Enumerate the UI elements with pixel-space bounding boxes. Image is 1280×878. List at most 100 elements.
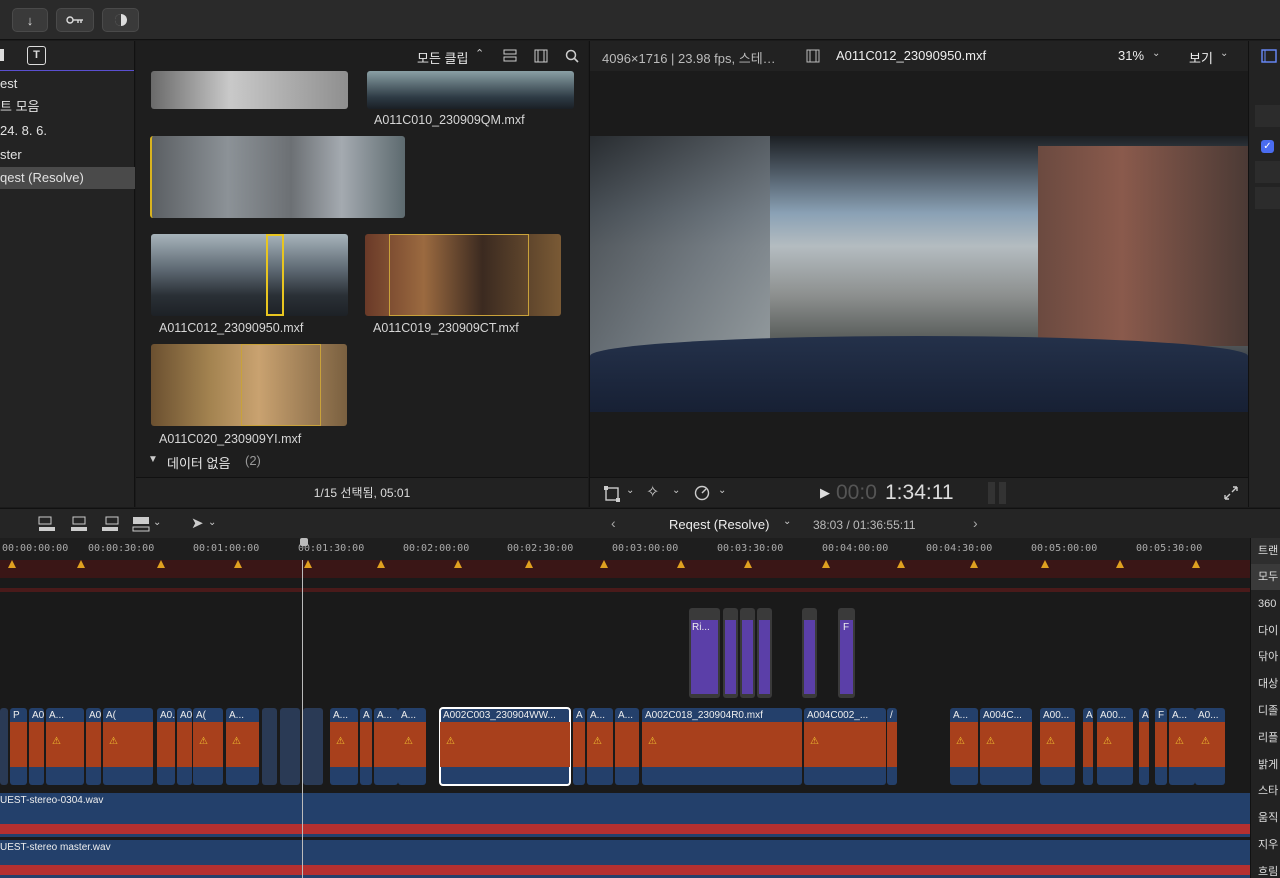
connected-clip[interactable]: Ri... <box>689 608 720 698</box>
timeline-clip[interactable]: A0... <box>177 708 192 785</box>
inspector-row[interactable] <box>1255 161 1280 183</box>
select-tool-icon[interactable]: ➤ <box>191 514 204 532</box>
timeline-clip[interactable]: A... ⚠ <box>46 708 84 785</box>
clip-thumbnail[interactable] <box>151 234 348 316</box>
timeline-clip[interactable]: A00... ⚠ <box>1040 708 1075 785</box>
timeline-clip[interactable]: A004C... ⚠ <box>980 708 1032 785</box>
connected-clip[interactable] <box>740 608 755 698</box>
clip-thumbnail[interactable] <box>365 234 561 316</box>
disclosure-triangle-icon[interactable]: ▼ <box>148 454 158 465</box>
playhead-line[interactable] <box>302 560 303 878</box>
chevron-down-icon[interactable]: ⌄ <box>208 517 216 528</box>
video-inspector-icon[interactable] <box>1261 49 1277 63</box>
library-icon[interactable] <box>0 49 4 61</box>
timeline-clip[interactable]: A(⚠ <box>193 708 223 785</box>
timeline-clip[interactable]: A00... ⚠ <box>1097 708 1133 785</box>
clip-thumbnail[interactable] <box>367 71 574 109</box>
connected-clip[interactable] <box>723 608 738 698</box>
timeline-clip[interactable]: A... <box>615 708 639 785</box>
play-icon[interactable]: ▶ <box>820 485 830 501</box>
effects-category[interactable]: 다이 <box>1251 618 1280 644</box>
clip-thumbnail[interactable] <box>150 136 405 218</box>
speed-gauge-icon[interactable] <box>694 485 710 501</box>
import-button[interactable]: ↓ <box>12 8 48 32</box>
timeline-clip[interactable]: P <box>10 708 27 785</box>
forward-arrow-icon[interactable]: › <box>973 515 978 531</box>
chevron-down-icon[interactable]: ⌄ <box>672 485 680 496</box>
timeline-clip[interactable]: A01... <box>29 708 44 785</box>
effects-category[interactable]: 360 <box>1251 591 1280 617</box>
chevron-down-icon[interactable]: ⌄ <box>626 485 634 496</box>
search-icon[interactable] <box>565 49 579 63</box>
timeline-clip[interactable]: A... ⚠ <box>1169 708 1195 785</box>
timeline-clip[interactable]: A... ⚠ <box>950 708 978 785</box>
connected-clip[interactable] <box>757 608 772 698</box>
timeline-clip[interactable]: A... ⚠ <box>398 708 426 785</box>
library-item[interactable]: 트 모음 <box>0 96 135 118</box>
timeline-clip[interactable]: A0... <box>86 708 101 785</box>
append-clip-icon[interactable] <box>101 516 119 532</box>
clip-thumbnail[interactable] <box>151 344 347 426</box>
zoom-dropdown[interactable]: 31% <box>1118 48 1144 63</box>
timeline-tracks[interactable]: Ri... F PA01...A...⚠A0...A(⚠A0...A0...A(… <box>0 560 1250 878</box>
effects-category[interactable]: 지우 <box>1251 832 1280 858</box>
timeline-clip[interactable]: A... ⚠ <box>226 708 259 785</box>
view-dropdown[interactable]: 보기 <box>1189 48 1213 67</box>
chevron-down-icon[interactable]: ⌄ <box>1220 48 1228 59</box>
connect-clip-icon[interactable] <box>38 516 56 532</box>
library-item[interactable]: est <box>0 73 135 95</box>
timeline-clip[interactable]: A002C018_230904R0.mxf ⚠ <box>642 708 802 785</box>
insert-clip-icon[interactable] <box>70 516 88 532</box>
timeline-clip[interactable]: A <box>1139 708 1149 785</box>
video-frame[interactable] <box>590 136 1248 412</box>
project-name[interactable]: Reqest (Resolve) <box>669 517 769 532</box>
library-item[interactable]: ster <box>0 144 135 166</box>
fullscreen-icon[interactable] <box>1224 486 1238 500</box>
timeline-clip[interactable]: A... ⚠ <box>330 708 358 785</box>
library-item-selected[interactable]: qest (Resolve) <box>0 167 135 189</box>
connected-clip[interactable]: F <box>838 608 855 698</box>
background-tasks-button[interactable] <box>102 8 139 32</box>
timecode[interactable]: 1:34:11 <box>885 481 954 505</box>
chevron-down-icon[interactable]: ⌄ <box>718 485 726 496</box>
effects-category[interactable]: 디졸 <box>1251 698 1280 724</box>
timeline-clip[interactable]: / <box>887 708 897 785</box>
clip-appearance-icon[interactable] <box>503 49 517 63</box>
timeline-clip[interactable]: F <box>1155 708 1167 785</box>
inspector-row[interactable] <box>1255 105 1280 127</box>
chevron-down-icon[interactable]: ⌄ <box>1152 48 1160 59</box>
chevron-down-icon[interactable]: ⌄ <box>153 517 161 528</box>
transform-icon[interactable] <box>604 486 620 502</box>
timeline-clip[interactable]: A0... <box>157 708 175 785</box>
timeline-ruler[interactable]: 00:00:00:00 00:00:30:00 00:01:00:00 00:0… <box>0 538 1250 560</box>
effects-category[interactable]: 흐림 <box>1251 859 1280 878</box>
timeline-clip[interactable] <box>303 708 323 785</box>
overwrite-clip-icon[interactable] <box>132 516 150 532</box>
timeline-clip[interactable]: A( <box>1083 708 1093 785</box>
timeline-clip[interactable]: A002C003_230904WW... ⚠ <box>439 707 571 786</box>
effects-category[interactable]: 모두 <box>1251 564 1280 590</box>
timeline-clip[interactable]: A0... ⚠ <box>1195 708 1225 785</box>
playhead-handle[interactable] <box>300 538 308 546</box>
clip-thumbnail[interactable] <box>151 71 348 109</box>
timeline-clip[interactable]: A <box>573 708 585 785</box>
titles-generators-icon[interactable]: T <box>27 46 46 65</box>
chevron-updown-icon[interactable]: ⌃ <box>475 47 484 60</box>
effects-category[interactable]: 리플 <box>1251 725 1280 751</box>
audio-track[interactable]: UEST-stereo master.wav <box>0 840 1250 878</box>
checkbox-checked[interactable]: ✓ <box>1261 140 1274 153</box>
inspector-row[interactable] <box>1255 187 1280 209</box>
timeline-clip[interactable]: A(⚠ <box>103 708 153 785</box>
filmstrip-icon[interactable] <box>534 49 548 63</box>
timeline-clip[interactable] <box>0 708 8 785</box>
keyword-button[interactable] <box>56 8 94 32</box>
magic-wand-icon[interactable]: ✧ <box>646 482 659 502</box>
timeline-clip[interactable]: A004C002_... ⚠ <box>804 708 886 785</box>
timeline-clip[interactable] <box>262 708 277 785</box>
timeline-clip[interactable]: A <box>360 708 372 785</box>
effects-category[interactable]: 밝게 <box>1251 752 1280 778</box>
chevron-down-icon[interactable]: ⌄ <box>783 516 791 527</box>
audio-track[interactable]: UEST-stereo-0304.wav <box>0 793 1250 837</box>
effects-category[interactable]: 대상 <box>1251 671 1280 697</box>
timeline-clip[interactable]: A... ⚠ <box>587 708 613 785</box>
